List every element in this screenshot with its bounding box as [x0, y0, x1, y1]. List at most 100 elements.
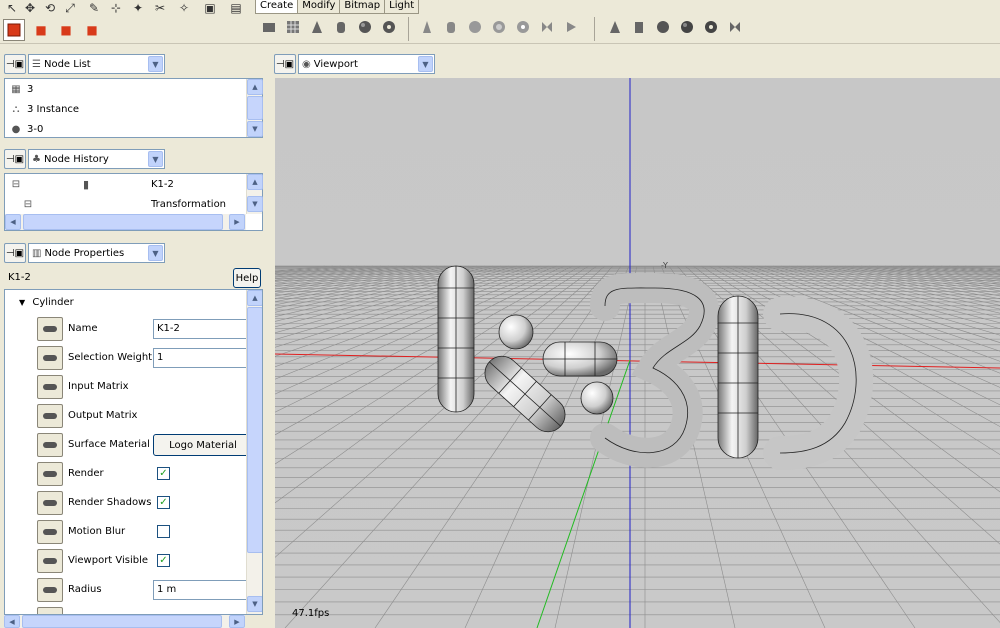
quadric-cone-icon[interactable]	[420, 20, 434, 34]
render-shadows-checkbox[interactable]: ✓	[157, 496, 170, 509]
property-connect-button[interactable]	[37, 433, 63, 457]
property-connect-button[interactable]	[37, 491, 63, 515]
poly-torus-icon[interactable]	[704, 20, 718, 34]
viewport-visible-checkbox[interactable]: ✓	[157, 554, 170, 567]
scroll-thumb[interactable]	[247, 96, 263, 120]
render-checkbox[interactable]: ✓	[157, 467, 170, 480]
scroll-up-icon[interactable]: ▲	[247, 290, 262, 306]
camera-icon[interactable]	[262, 20, 276, 34]
tab-bitmap[interactable]: Bitmap	[339, 0, 386, 14]
properties-hscrollbar[interactable]: ◀ ▶	[4, 615, 245, 628]
property-connect-button[interactable]	[37, 375, 63, 399]
3d-viewport[interactable]: -Y	[275, 78, 1000, 628]
tab-modify[interactable]: Modify	[297, 0, 341, 14]
grid-icon[interactable]	[286, 20, 300, 34]
viewport-canvas[interactable]: -Y	[275, 78, 1000, 628]
quadric-sphere-icon[interactable]	[540, 20, 554, 34]
scroll-down-icon[interactable]: ▼	[247, 196, 263, 212]
selection-mode-node-button[interactable]	[3, 19, 25, 41]
list-item[interactable]: ▦ 3	[9, 80, 33, 98]
scroll-up-icon[interactable]: ▲	[247, 79, 263, 95]
pin-button[interactable]: ⊣▣	[274, 54, 296, 74]
scale-tool-icon[interactable]: ⤢	[62, 0, 78, 16]
property-connect-button[interactable]	[37, 549, 63, 573]
viewport-panel-select[interactable]: ◉ Viewport ▼	[298, 54, 435, 74]
sphere-icon[interactable]	[358, 20, 372, 34]
collapse-icon[interactable]: ⊟	[9, 179, 23, 190]
name-field[interactable]: K1-2	[153, 319, 249, 339]
property-connect-button[interactable]	[37, 578, 63, 602]
scroll-thumb[interactable]	[247, 307, 262, 553]
scroll-thumb[interactable]	[23, 214, 223, 230]
poly-cone-icon[interactable]	[608, 20, 622, 34]
scroll-right-icon[interactable]: ▶	[229, 615, 245, 628]
poly-sphere-icon[interactable]	[680, 20, 694, 34]
node-history-hscrollbar[interactable]: ◀ ▶	[5, 214, 246, 230]
selection-mode-edge-icon[interactable]: ■	[58, 22, 74, 38]
scroll-down-icon[interactable]: ▼	[247, 121, 263, 137]
pin-button[interactable]: ⊣▣	[4, 243, 26, 263]
node-history-panel-select[interactable]: ♣ Node History ▼	[28, 149, 165, 169]
chevron-down-icon[interactable]: ▼	[148, 151, 163, 167]
property-connect-button[interactable]	[37, 520, 63, 544]
quadric-cylinder-icon[interactable]	[444, 20, 458, 34]
collapse-icon[interactable]: ⊟	[21, 199, 35, 210]
brush-tool-icon[interactable]: ✎	[86, 0, 102, 16]
properties-scrollbar[interactable]: ▲ ▼	[246, 290, 262, 614]
render-icon[interactable]: ▣	[202, 0, 218, 16]
node-properties-panel-select[interactable]: ▥ Node Properties ▼	[28, 243, 165, 263]
select-tool-icon[interactable]: ↖	[4, 0, 20, 16]
light-tool-icon[interactable]: ✧	[176, 0, 192, 16]
tab-light[interactable]: Light	[384, 0, 420, 14]
property-connect-button[interactable]	[37, 607, 63, 614]
poly-grid-icon[interactable]	[728, 20, 742, 34]
node-list-panel-select[interactable]: ☰ Node List ▼	[28, 54, 165, 74]
radius-field[interactable]: 1 m	[153, 580, 249, 600]
quadric-hyperboloid-icon[interactable]	[492, 20, 506, 34]
scroll-up-icon[interactable]: ▲	[247, 174, 263, 190]
tree-row[interactable]: ⊟ ▮ K1-2	[9, 175, 249, 193]
property-connect-button[interactable]	[37, 462, 63, 486]
property-connect-button[interactable]	[37, 404, 63, 428]
scroll-down-icon[interactable]: ▼	[247, 596, 262, 612]
motion-blur-checkbox[interactable]	[157, 525, 170, 538]
keyframe-icon[interactable]: ✦	[130, 0, 146, 16]
cylinder-icon[interactable]	[334, 20, 348, 34]
render-frame-icon[interactable]: ▤	[228, 0, 244, 16]
snap-tool-icon[interactable]: ⊹	[108, 0, 124, 16]
ruler-icon[interactable]: ✂	[152, 0, 168, 16]
poly-cylinder-icon[interactable]	[632, 20, 646, 34]
selection-mode-point-icon[interactable]: ■	[33, 22, 49, 38]
help-button[interactable]: Help	[233, 268, 261, 288]
scroll-right-icon[interactable]: ▶	[229, 214, 245, 230]
surface-material-button[interactable]: Logo Material	[153, 434, 253, 456]
tree-row[interactable]: ⊟ Transformation	[9, 195, 249, 213]
chevron-down-icon[interactable]: ▼	[418, 56, 433, 72]
group-header[interactable]: ▼ Cylinder	[19, 297, 74, 308]
pin-button[interactable]: ⊣▣	[4, 54, 26, 74]
selection-weight-field[interactable]: 1	[153, 348, 249, 368]
chevron-down-icon[interactable]: ▼	[148, 56, 163, 72]
quadric-torus-icon[interactable]	[564, 20, 578, 34]
selection-mode-face-icon[interactable]: ■	[84, 22, 100, 38]
torus-icon[interactable]	[382, 20, 396, 34]
move-tool-icon[interactable]: ✥	[22, 0, 38, 16]
scroll-left-icon[interactable]: ◀	[4, 615, 20, 628]
node-history-scrollbar[interactable]: ▲ ▼	[246, 174, 263, 214]
list-item[interactable]: ⛬ 3 Instance	[9, 100, 80, 118]
node-list-scrollbar[interactable]: ▲ ▼	[246, 79, 263, 137]
property-connect-button[interactable]	[37, 317, 63, 341]
scroll-thumb[interactable]	[22, 615, 222, 628]
rotate-tool-icon[interactable]: ⟲	[42, 0, 58, 16]
quadric-disk-icon[interactable]	[468, 20, 482, 34]
poly-disk-icon[interactable]	[656, 20, 670, 34]
pin-button[interactable]: ⊣▣	[4, 149, 26, 169]
list-item[interactable]: ● 3-0	[9, 120, 44, 138]
tab-create[interactable]: Create	[255, 0, 299, 14]
expand-icon[interactable]: ▼	[19, 298, 25, 307]
quadric-paraboloid-icon[interactable]	[516, 20, 530, 34]
property-connect-button[interactable]	[37, 346, 63, 370]
scroll-left-icon[interactable]: ◀	[5, 214, 21, 230]
chevron-down-icon[interactable]: ▼	[148, 245, 163, 261]
cone-icon[interactable]	[310, 20, 324, 34]
